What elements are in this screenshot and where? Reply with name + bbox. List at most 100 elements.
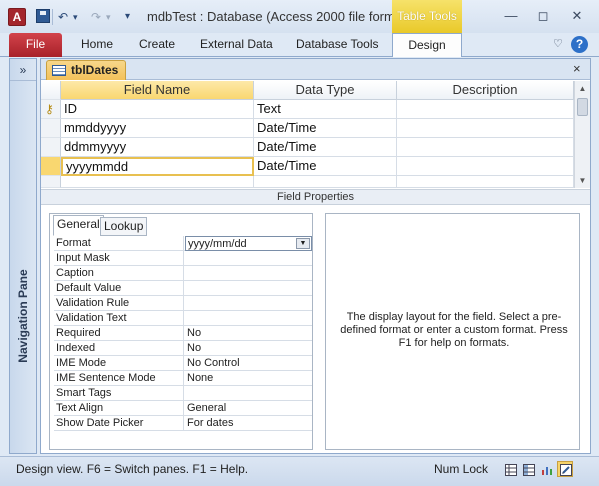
column-header-description[interactable]: Description bbox=[397, 81, 574, 100]
property-row[interactable]: Text Align General bbox=[54, 401, 312, 416]
property-value[interactable] bbox=[185, 311, 312, 326]
property-name: Text Align bbox=[54, 401, 184, 416]
description-cell[interactable] bbox=[397, 138, 574, 157]
row-selector-current[interactable] bbox=[41, 157, 61, 176]
save-icon[interactable] bbox=[36, 9, 50, 23]
property-value[interactable]: None bbox=[185, 371, 312, 386]
pivotchart-view-icon[interactable] bbox=[538, 461, 554, 477]
property-row[interactable]: Default Value bbox=[54, 281, 312, 296]
property-name: IME Mode bbox=[54, 356, 184, 371]
customize-toolbar-icon[interactable]: ▾ bbox=[125, 9, 130, 25]
column-header-data-type[interactable]: Data Type bbox=[254, 81, 397, 100]
row-selector[interactable] bbox=[41, 119, 61, 138]
tab-design[interactable]: Design bbox=[392, 33, 462, 57]
property-row[interactable]: IME Mode No Control bbox=[54, 356, 312, 371]
property-row[interactable]: Required No bbox=[54, 326, 312, 341]
grid-vertical-scrollbar[interactable]: ▲ ▼ bbox=[574, 81, 590, 188]
scroll-down-icon[interactable]: ▼ bbox=[575, 173, 590, 188]
description-cell[interactable] bbox=[397, 157, 574, 176]
format-value-input[interactable]: yyyy/mm/dd ▼ bbox=[185, 236, 312, 251]
property-value[interactable]: For dates bbox=[185, 416, 312, 431]
property-row[interactable]: Show Date Picker For dates bbox=[54, 416, 312, 431]
tab-home[interactable]: Home bbox=[81, 37, 113, 51]
redo-dropdown-icon[interactable]: ▾ bbox=[106, 9, 111, 25]
property-row[interactable]: Validation Rule bbox=[54, 296, 312, 311]
data-type-cell[interactable]: Date/Time bbox=[254, 157, 397, 176]
scroll-thumb[interactable] bbox=[577, 98, 588, 116]
property-name: Caption bbox=[54, 266, 184, 281]
property-value[interactable]: General bbox=[185, 401, 312, 416]
field-properties-sheet: General Lookup Format yyyy/mm/dd ▼ Input… bbox=[49, 213, 313, 450]
field-name-cell-new[interactable] bbox=[61, 176, 254, 188]
property-value[interactable]: No bbox=[185, 341, 312, 356]
access-app-icon[interactable]: A bbox=[8, 8, 26, 26]
property-value[interactable] bbox=[185, 266, 312, 281]
table-icon bbox=[52, 65, 66, 76]
close-document-icon[interactable]: × bbox=[573, 61, 581, 76]
ribbon-tab-bar: File Home Create External Data Database … bbox=[0, 33, 599, 57]
table-design-document: tblDates × Field Name Data Type Descript… bbox=[40, 58, 591, 454]
row-selector[interactable] bbox=[41, 176, 61, 188]
description-cell[interactable] bbox=[397, 119, 574, 138]
pivottable-view-icon[interactable] bbox=[520, 461, 536, 477]
format-dropdown-icon[interactable]: ▼ bbox=[296, 238, 310, 249]
property-row[interactable]: Indexed No bbox=[54, 341, 312, 356]
property-value[interactable] bbox=[185, 281, 312, 296]
field-name-cell-active[interactable]: yyyymmdd bbox=[61, 157, 254, 176]
tab-general[interactable]: General bbox=[53, 215, 104, 236]
tab-tbldates[interactable]: tblDates bbox=[46, 60, 126, 80]
data-type-cell[interactable]: Text bbox=[254, 100, 397, 119]
redo-icon[interactable]: ↷ bbox=[91, 9, 101, 25]
tab-external-data[interactable]: External Data bbox=[200, 37, 273, 51]
undo-icon[interactable]: ↶ bbox=[58, 9, 68, 25]
title-bar: A ↶ ▾ ↷ ▾ ▾ mdbTest : Database (Access 2… bbox=[0, 0, 599, 33]
design-view-icon[interactable] bbox=[557, 461, 573, 477]
field-name-cell[interactable]: ddmmyyyy bbox=[61, 138, 254, 157]
column-header-field-name[interactable]: Field Name bbox=[61, 81, 254, 100]
row-selector[interactable]: ⚷ bbox=[41, 100, 61, 119]
property-row[interactable]: Smart Tags bbox=[54, 386, 312, 401]
description-cell[interactable] bbox=[397, 100, 574, 119]
property-value[interactable] bbox=[185, 296, 312, 311]
property-value[interactable]: No Control bbox=[185, 356, 312, 371]
field-name-cell[interactable]: ID bbox=[61, 100, 254, 119]
data-type-cell[interactable]: Date/Time bbox=[254, 119, 397, 138]
property-name: Required bbox=[54, 326, 184, 341]
undo-dropdown-icon[interactable]: ▾ bbox=[73, 9, 78, 25]
expand-nav-pane-button[interactable]: » bbox=[10, 59, 36, 81]
property-row[interactable]: IME Sentence Mode None bbox=[54, 371, 312, 386]
tab-file[interactable]: File bbox=[9, 33, 62, 57]
close-window-button[interactable]: ✕ bbox=[566, 8, 588, 24]
property-value[interactable] bbox=[185, 386, 312, 401]
field-name-cell[interactable]: mmddyyyy bbox=[61, 119, 254, 138]
property-row[interactable]: Input Mask bbox=[54, 251, 312, 266]
restore-button[interactable]: ◻ bbox=[532, 8, 554, 24]
grid-corner[interactable] bbox=[41, 81, 61, 100]
format-value: yyyy/mm/dd bbox=[188, 238, 247, 250]
tab-lookup[interactable]: Lookup bbox=[100, 217, 148, 236]
property-name: Validation Text bbox=[54, 311, 184, 326]
property-row[interactable]: Validation Text bbox=[54, 311, 312, 326]
property-name: Input Mask bbox=[54, 251, 184, 266]
tab-database-tools[interactable]: Database Tools bbox=[296, 37, 379, 51]
help-icon[interactable]: ? bbox=[571, 36, 588, 53]
datasheet-view-icon[interactable] bbox=[502, 461, 518, 477]
field-properties-label: Field Properties bbox=[41, 189, 590, 205]
minimize-button[interactable]: — bbox=[500, 8, 522, 24]
tab-create[interactable]: Create bbox=[139, 37, 175, 51]
property-value[interactable] bbox=[185, 251, 312, 266]
data-type-cell[interactable]: Date/Time bbox=[254, 138, 397, 157]
property-help-panel: The display layout for the field. Select… bbox=[325, 213, 580, 450]
navigation-pane[interactable]: » Navigation Pane bbox=[9, 58, 37, 454]
status-bar: Design view. F6 = Switch panes. F1 = Hel… bbox=[0, 456, 599, 486]
minimize-ribbon-icon[interactable]: ♡ bbox=[553, 37, 563, 50]
description-cell-new[interactable] bbox=[397, 176, 574, 188]
row-selector[interactable] bbox=[41, 138, 61, 157]
property-name: Format bbox=[54, 236, 184, 251]
property-row-format[interactable]: Format yyyy/mm/dd ▼ bbox=[54, 236, 312, 251]
property-row[interactable]: Caption bbox=[54, 266, 312, 281]
property-help-text: The display layout for the field. Select… bbox=[340, 311, 568, 349]
data-type-cell-new[interactable] bbox=[254, 176, 397, 188]
property-value[interactable]: No bbox=[185, 326, 312, 341]
scroll-up-icon[interactable]: ▲ bbox=[575, 81, 590, 96]
